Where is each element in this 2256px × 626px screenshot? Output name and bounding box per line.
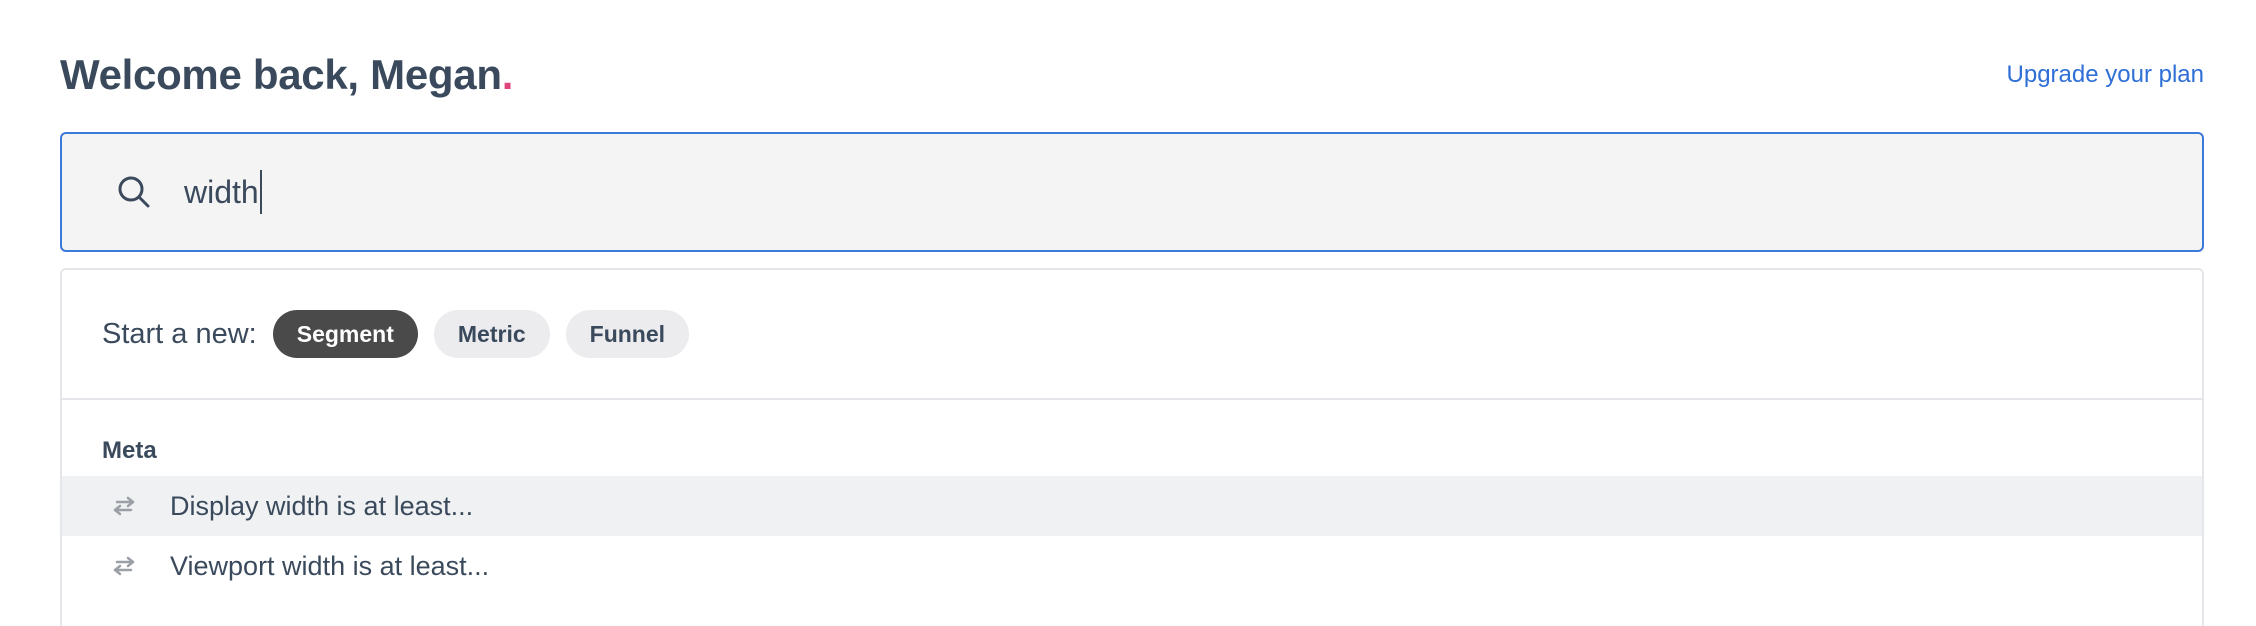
swap-arrows-icon [110,492,138,520]
new-funnel-button[interactable]: Funnel [565,310,690,358]
dashboard-page: Welcome back, Megan. Upgrade your plan w… [0,0,2256,626]
greeting-text: Welcome back, Megan [60,51,502,98]
text-cursor [259,170,262,214]
search-icon [114,172,154,212]
result-label: Viewport width is at least... [170,550,490,581]
swap-arrows-icon [110,552,138,580]
search-input-value: width [184,173,259,210]
result-label: Display width is at least... [170,490,474,521]
upgrade-plan-link[interactable]: Upgrade your plan [2007,61,2204,89]
page-title: Welcome back, Megan. [60,51,513,99]
greeting-dot: . [501,51,514,98]
result-list: Display width is at least... Viewport wi… [62,476,2202,596]
start-new-row: Start a new: Segment Metric Funnel [62,270,2202,400]
new-metric-button[interactable]: Metric [433,310,550,358]
header: Welcome back, Megan. Upgrade your plan [60,44,2204,106]
search-box[interactable]: width [60,132,2204,252]
search-input[interactable]: width [184,134,2202,250]
start-new-label: Start a new: [102,317,257,350]
search-results-dropdown: Start a new: Segment Metric Funnel Meta … [60,268,2204,626]
section-title-meta: Meta [102,437,157,464]
list-item[interactable]: Display width is at least... [62,476,2202,536]
list-item[interactable]: Viewport width is at least... [62,536,2202,596]
new-segment-button[interactable]: Segment [272,310,418,358]
